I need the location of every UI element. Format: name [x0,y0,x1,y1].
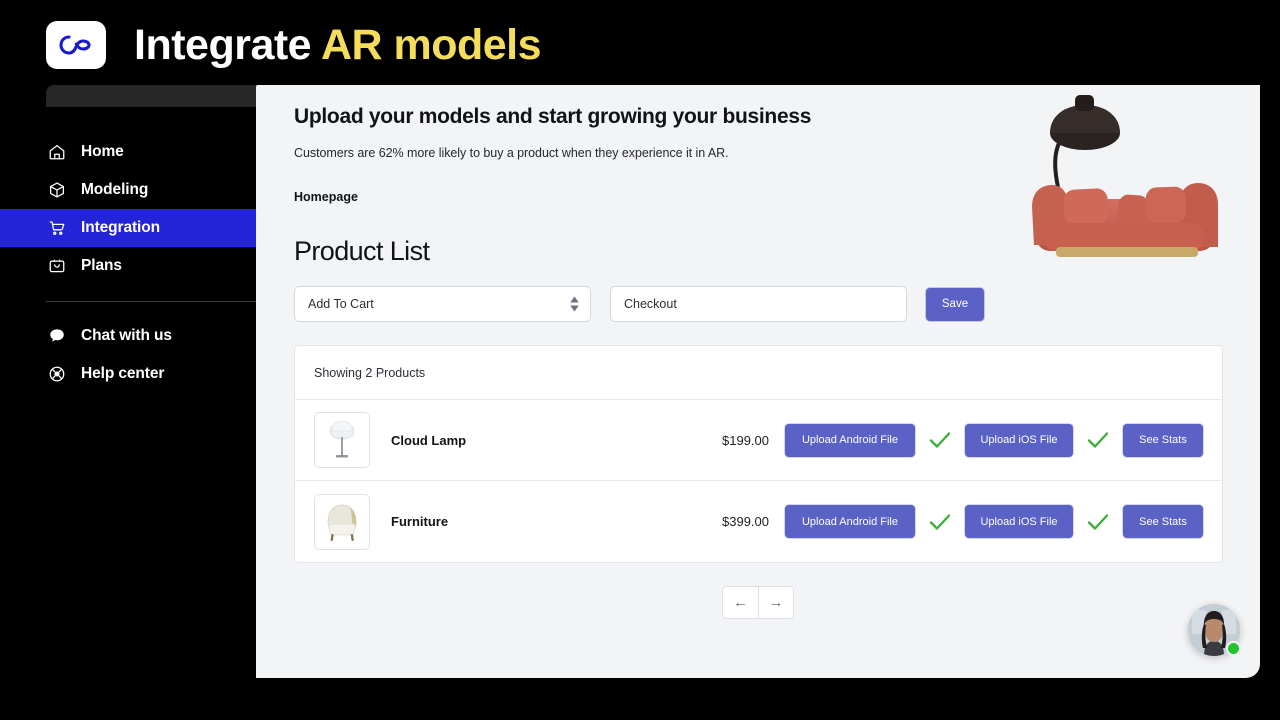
sidebar-item-label: Modeling [81,181,149,198]
stepper-arrows-icon [570,296,579,312]
see-stats-button[interactable]: See Stats [1123,423,1203,457]
product-list-table: Showing 2 Products Cloud Lamp $199.00 Up… [294,345,1223,563]
action-type-select-value: Add To Cart [308,297,374,311]
save-button[interactable]: Save [926,287,984,321]
armchair-thumbnail [314,493,370,550]
green-check-icon [927,431,953,449]
table-row: Cloud Lamp $199.00 Upload Android File U… [295,400,1222,481]
product-name: Furniture [391,514,449,529]
upload-ios-file-button[interactable]: Upload iOS File [965,505,1073,538]
sidebar-item-chat-with-us[interactable]: Chat with us [0,317,256,355]
online-status-badge [1226,641,1241,656]
chat-widget-button[interactable] [1188,604,1241,656]
action-type-select[interactable]: Add To Cart [294,286,591,322]
checkout-label-input[interactable] [610,286,907,322]
sidebar-item-label: Plans [81,257,122,274]
breadcrumb[interactable]: Homepage [294,190,1222,204]
section-title: Product List [294,236,430,266]
cube-icon [46,179,68,201]
brand-title-accent: AR models [320,20,542,69]
brand-title-main: Integrate [134,20,321,69]
pagination-next-button[interactable]: → [758,587,793,618]
sidebar-top-strip [46,85,257,107]
product-name: Cloud Lamp [391,432,467,448]
floor-lamp-thumbnail [314,412,370,468]
app-logo[interactable] [46,21,106,69]
sidebar-divider [46,301,257,302]
page-title: Integrate AR models [134,20,542,69]
sidebar-item-label: Help center [81,365,165,382]
hero-title: Upload your models and start growing you… [294,105,812,128]
sidebar-item-label: Chat with us [81,327,172,344]
pagination: ← → [256,586,1260,619]
green-check-icon [1085,431,1111,449]
sidebar-item-label: Home [81,143,124,160]
brand-bar: Integrate AR models [0,0,1280,90]
chat-bubble-icon [46,325,68,347]
table-row: Furniture $399.00 Upload Android File Up… [295,481,1222,562]
green-check-icon [1085,513,1111,531]
hero-section: Upload your models and start growing you… [256,85,1260,257]
sidebar: Home Modeling Integration Plans Chat wit… [0,85,257,720]
sidebar-item-plans[interactable]: Plans [0,247,256,285]
upload-android-file-button[interactable]: Upload Android File [785,505,915,538]
sidebar-item-home[interactable]: Home [0,133,256,171]
sidebar-nav: Home Modeling Integration Plans Chat wit… [0,133,257,393]
sidebar-item-modeling[interactable]: Modeling [0,171,256,209]
sidebar-item-label: Integration [81,219,160,236]
main-content-panel: Upload your models and start growing you… [256,85,1260,678]
controls-row: Add To Cart Save [294,286,1260,322]
upload-ios-file-button[interactable]: Upload iOS File [965,423,1073,457]
infinity-logo-icon [59,34,93,56]
briefcase-icon [46,255,68,277]
hero-subtitle: Customers are 62% more likely to buy a p… [294,146,729,160]
sidebar-item-help-center[interactable]: Help center [0,355,256,393]
upload-android-file-button[interactable]: Upload Android File [785,423,915,457]
table-summary: Showing 2 Products [295,346,1222,400]
shopping-cart-icon [46,217,68,239]
product-price: $399.00 [722,514,769,529]
see-stats-button[interactable]: See Stats [1123,505,1203,538]
home-icon [46,141,68,163]
green-check-icon [927,513,953,531]
lifebuoy-icon [46,363,68,385]
app-screen: Integrate AR models Home Modeling Integr… [0,0,1280,720]
sidebar-item-integration[interactable]: Integration [0,209,256,247]
product-price: $199.00 [722,432,769,448]
pagination-prev-button[interactable]: ← [723,587,758,618]
